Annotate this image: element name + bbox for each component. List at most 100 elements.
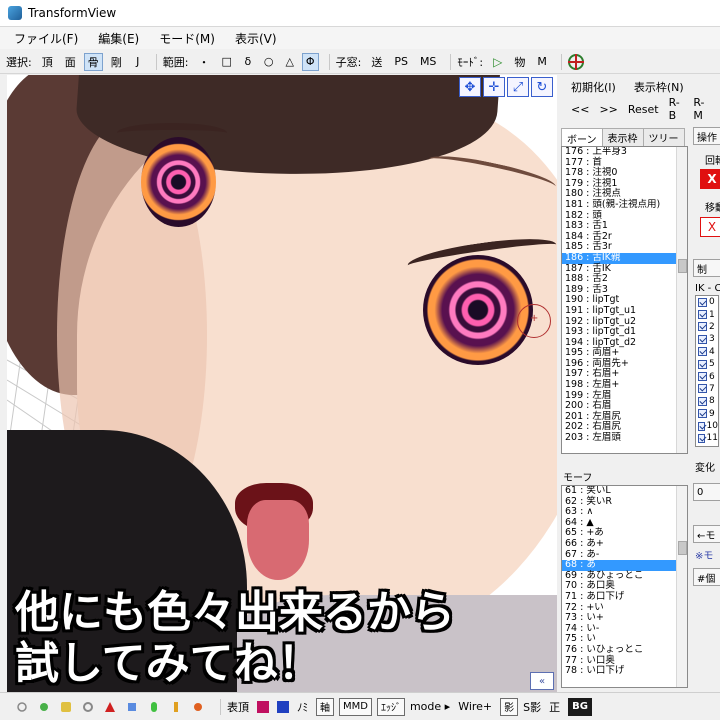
- wire-toggle[interactable]: Wire+: [458, 700, 492, 713]
- ik-list[interactable]: 0 1 2 3 4 5 6 7 8 9 10 11: [695, 295, 719, 447]
- mode-dropdown[interactable]: mode ▸: [410, 700, 450, 713]
- rotate-x-button[interactable]: X: [700, 169, 720, 189]
- ik-checkbox[interactable]: [698, 421, 705, 431]
- ik-checkbox[interactable]: [698, 310, 707, 320]
- control-button[interactable]: 制: [693, 259, 720, 277]
- reset-morph-button[interactable]: R-M: [693, 96, 710, 122]
- next-button[interactable]: >>: [599, 103, 617, 116]
- ik-row[interactable]: 5: [696, 358, 718, 370]
- ball-icon[interactable]: [192, 701, 204, 713]
- bone-list-item[interactable]: 191 : lipTgt_u1: [562, 305, 687, 317]
- ik-checkbox[interactable]: [698, 396, 707, 406]
- ik-row[interactable]: 2: [696, 321, 718, 333]
- ik-row[interactable]: 10: [696, 420, 718, 432]
- ik-checkbox[interactable]: [698, 334, 707, 344]
- select-vertex-button[interactable]: 頂: [38, 53, 57, 71]
- morph-list-item[interactable]: 66 : あ+: [562, 538, 687, 550]
- ik-row[interactable]: 3: [696, 333, 718, 345]
- ik-row[interactable]: 7: [696, 383, 718, 395]
- select-face-button[interactable]: 面: [61, 53, 80, 71]
- menu-file[interactable]: ファイル(F): [14, 30, 78, 47]
- green-dot-icon[interactable]: [38, 701, 50, 713]
- bone-list[interactable]: 176 : 上半身3 177 : 首 178 : 注視0 179 : 注視1 180 :…: [561, 146, 688, 454]
- bg-toggle[interactable]: BG: [568, 697, 592, 716]
- morph-mode-button[interactable]: M: [533, 53, 551, 71]
- ik-checkbox[interactable]: [698, 384, 707, 394]
- ik-checkbox[interactable]: [698, 409, 707, 419]
- show-top-toggle[interactable]: 表頂: [227, 699, 249, 715]
- bar-icon[interactable]: [170, 701, 182, 713]
- ik-row[interactable]: 0: [696, 296, 718, 308]
- move-gizmo-icon[interactable]: ✥: [459, 77, 481, 97]
- ik-checkbox[interactable]: [698, 433, 705, 443]
- bone-list-scrollbar[interactable]: [676, 147, 687, 453]
- morph-list-item[interactable]: 71 : あ口下げ: [562, 591, 687, 603]
- morph-back-button[interactable]: ←モ: [693, 525, 720, 543]
- ik-checkbox[interactable]: [698, 372, 707, 382]
- shadow-toggle[interactable]: 影: [500, 697, 519, 716]
- circle-icon[interactable]: [16, 701, 28, 713]
- individual-button[interactable]: #個: [693, 568, 720, 586]
- ik-row[interactable]: 8: [696, 395, 718, 407]
- ik-row[interactable]: 11: [696, 432, 718, 444]
- 3d-viewport[interactable]: ✥ ✛ ⤢ ↻ 他にも色々出来るから 試してみてね！: [7, 75, 557, 692]
- display-frame-menu[interactable]: 表示枠(N): [634, 79, 684, 95]
- bone-list-item[interactable]: 186 : 舌IK親: [562, 252, 687, 264]
- reset-bone-button[interactable]: R-B: [669, 96, 684, 122]
- mi-toggle[interactable]: ﾉﾐ: [297, 699, 308, 715]
- bone-marker[interactable]: [517, 304, 551, 338]
- bone-list-item[interactable]: 203 : 左眉頭: [562, 432, 687, 444]
- value-field[interactable]: 0: [693, 483, 720, 501]
- ik-checkbox[interactable]: [698, 359, 707, 369]
- square-icon[interactable]: [126, 701, 138, 713]
- move-x-button[interactable]: X: [700, 217, 720, 237]
- ik-row[interactable]: 9: [696, 408, 718, 420]
- range-phi-button[interactable]: Φ: [301, 52, 319, 71]
- send-button[interactable]: 送: [367, 53, 386, 71]
- range-circle-button[interactable]: ○: [260, 53, 278, 71]
- collapse-icon[interactable]: «: [530, 672, 554, 690]
- bone-list-item[interactable]: 181 : 頭(親-注視点用): [562, 199, 687, 211]
- range-triangle-button[interactable]: △: [281, 53, 297, 71]
- ring-icon[interactable]: [82, 701, 94, 713]
- menu-view[interactable]: 表示(V): [235, 30, 277, 47]
- ortho-toggle[interactable]: 正: [549, 699, 560, 715]
- badge-icon[interactable]: [60, 701, 72, 713]
- bone-list-item[interactable]: 176 : 上半身3: [562, 147, 687, 158]
- morph-scroll-thumb[interactable]: [678, 541, 687, 555]
- move-xy-gizmo-icon[interactable]: ✛: [483, 77, 505, 97]
- prev-button[interactable]: <<: [571, 103, 589, 116]
- ik-row[interactable]: 4: [696, 346, 718, 358]
- axis-toggle[interactable]: 軸: [316, 697, 334, 716]
- tab-bone[interactable]: ボーン: [561, 128, 603, 147]
- ik-checkbox[interactable]: [698, 347, 707, 357]
- range-point-button[interactable]: ・: [194, 53, 213, 71]
- ps-button[interactable]: PS: [390, 53, 412, 71]
- ik-checkbox[interactable]: [698, 322, 707, 332]
- morph-list-scrollbar[interactable]: [676, 486, 687, 687]
- self-shadow-toggle[interactable]: S影: [523, 699, 541, 715]
- target-icon[interactable]: [567, 53, 584, 70]
- range-delta-button[interactable]: δ: [240, 53, 256, 71]
- select-joint-button[interactable]: J: [130, 53, 146, 71]
- mmd-toggle[interactable]: MMD: [339, 697, 372, 716]
- physics-button[interactable]: 物: [510, 53, 529, 71]
- ik-checkbox[interactable]: [698, 297, 707, 307]
- init-menu[interactable]: 初期化(I): [571, 79, 616, 95]
- select-bone-button[interactable]: 骨: [83, 52, 103, 71]
- tab-display-frame[interactable]: 表示枠: [601, 128, 644, 146]
- morph-list-item[interactable]: 61 : 笑いL: [562, 486, 687, 497]
- morph-list-item[interactable]: 78 : い口下げ: [562, 665, 687, 677]
- bone-scroll-thumb[interactable]: [678, 259, 687, 273]
- select-rigid-button[interactable]: 剛: [107, 53, 126, 71]
- play-icon[interactable]: ▷: [489, 53, 506, 71]
- ms-button[interactable]: MS: [416, 53, 440, 71]
- color-swatch-1[interactable]: [257, 700, 269, 713]
- operation-tab[interactable]: 操作: [693, 127, 720, 145]
- capsule-icon[interactable]: [148, 701, 160, 713]
- morph-list[interactable]: 61 : 笑いL 62 : 笑いR 63 : ∧ 64 : ▲ 65 : +あ 66 : …: [561, 485, 688, 688]
- rotate-gizmo-icon[interactable]: ↻: [531, 77, 553, 97]
- color-swatch-2[interactable]: [277, 700, 289, 713]
- tab-tree[interactable]: ツリー: [642, 128, 685, 146]
- edge-toggle[interactable]: ｴｯｼﾞ: [376, 697, 405, 716]
